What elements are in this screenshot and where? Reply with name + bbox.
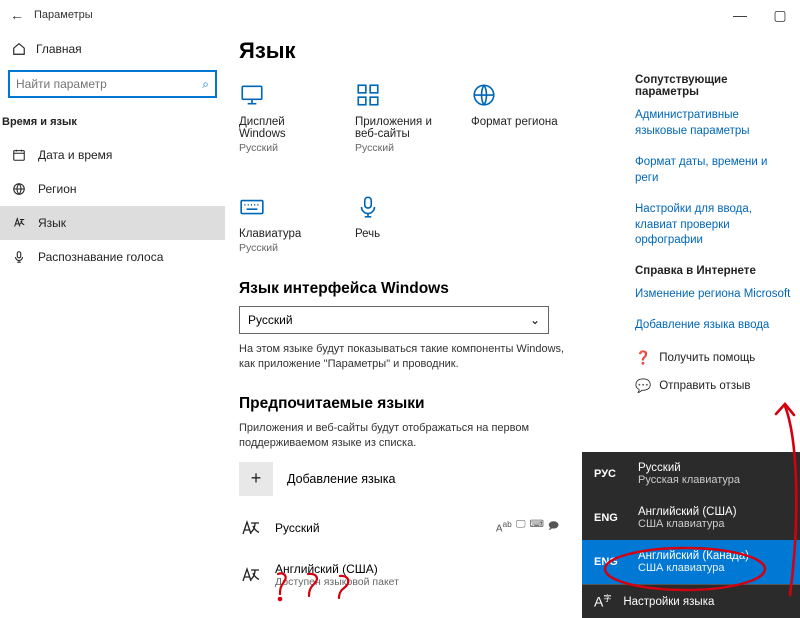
language-row-russian[interactable]: Русский Aab 🖵 ⌨ 🗩	[239, 512, 559, 544]
monitor-icon	[239, 82, 265, 108]
language-badges: Aab 🖵 ⌨ 🗩	[496, 519, 559, 536]
preferred-heading: Предпочитаемые языки	[239, 395, 621, 413]
tts-badge-icon: 🗩	[548, 519, 559, 536]
help-link[interactable]: Добавление языка ввода	[635, 318, 794, 334]
sidebar-item-label: Регион	[38, 182, 77, 196]
card-region[interactable]: Формат региона	[471, 82, 563, 154]
sidebar-item-region[interactable]: Регион	[0, 172, 225, 206]
card-title: Клавиатура	[239, 228, 331, 240]
globe-icon	[12, 182, 26, 196]
keyboard-icon	[239, 194, 265, 220]
card-sub: Русский	[355, 142, 447, 154]
apps-icon	[355, 82, 381, 108]
lang-popup-settings-label: Настройки языка	[623, 596, 714, 608]
chevron-down-icon: ⌄	[530, 313, 540, 327]
lang-popup-sub: Русская клавиатура	[638, 474, 740, 486]
related-link[interactable]: Настройки для ввода, клавиат проверки ор…	[635, 202, 794, 249]
sidebar-item-label: Язык	[38, 216, 66, 230]
home-icon	[12, 42, 26, 56]
feedback-icon: 💬	[635, 378, 651, 394]
language-row-english-us[interactable]: Английский (США) Доступен языковой пакет	[239, 558, 559, 592]
ui-language-select[interactable]: Русский ⌄	[239, 306, 549, 334]
help-heading: Справка в Интернете	[635, 265, 794, 277]
help-icon: ❓	[635, 350, 651, 366]
help-link[interactable]: Изменение региона Microsoft	[635, 287, 794, 303]
keyboard-badge-icon: ⌨	[529, 519, 543, 536]
feedback-link[interactable]: 💬 Отправить отзыв	[635, 378, 794, 394]
card-keyboard[interactable]: Клавиатура Русский	[239, 194, 331, 254]
globe-icon	[471, 82, 497, 108]
ui-language-heading: Язык интерфейса Windows	[239, 280, 621, 298]
lang-code: ENG	[594, 512, 624, 524]
search-icon: ⌕	[202, 77, 209, 92]
lang-popup-item-russian[interactable]: РУС Русский Русская клавиатура	[582, 452, 800, 496]
plus-icon: +	[239, 462, 273, 496]
sidebar-item-language[interactable]: Язык	[0, 206, 225, 240]
add-language-label: Добавление языка	[287, 472, 395, 486]
feedback-label: Отправить отзыв	[659, 380, 750, 392]
lang-popup-item-english-us[interactable]: ENG Английский (США) США клавиатура	[582, 496, 800, 540]
lang-popup-title: Русский	[638, 462, 740, 474]
language-sub: Доступен языковой пакет	[275, 576, 399, 588]
lang-popup-title: Английский (Канада)	[638, 550, 749, 562]
language-glyph-icon	[239, 563, 263, 587]
lang-code: РУС	[594, 468, 624, 480]
lang-popup-title: Английский (США)	[638, 506, 737, 518]
language-glyph-icon	[239, 516, 263, 540]
card-speech[interactable]: Речь	[355, 194, 447, 254]
language-switcher-popup: РУС Русский Русская клавиатура ENG Англи…	[582, 452, 800, 618]
search-input[interactable]	[16, 77, 202, 91]
language-title: Русский	[275, 521, 320, 535]
get-help-label: Получить помощь	[659, 352, 755, 364]
preferred-desc: Приложения и веб-сайты будут отображатьс…	[239, 421, 569, 452]
lang-popup-item-english-ca[interactable]: ENG Английский (Канада) США клавиатура	[582, 540, 800, 584]
ui-language-desc: На этом языке будут показываться такие к…	[239, 342, 569, 373]
card-title: Формат региона	[471, 116, 563, 128]
language-glyph-icon: A字	[594, 593, 611, 610]
sidebar-item-label: Дата и время	[38, 148, 112, 162]
abc-badge-icon: Aab	[496, 519, 512, 536]
microphone-icon	[12, 250, 26, 264]
lang-popup-sub: США клавиатура	[638, 518, 737, 530]
related-link[interactable]: Административные языковые параметры	[635, 108, 794, 139]
display-badge-icon: 🖵	[516, 519, 526, 536]
titlebar: ← Параметры — ▢	[0, 0, 800, 30]
sidebar-item-label: Распознавание голоса	[38, 250, 163, 264]
card-sub: Русский	[239, 242, 331, 254]
language-icon	[12, 216, 26, 230]
get-help-link[interactable]: ❓ Получить помощь	[635, 350, 794, 366]
sidebar-home-label: Главная	[36, 42, 82, 56]
sidebar: Главная ⌕ Время и язык Дата и время Реги…	[0, 30, 225, 618]
lang-popup-settings[interactable]: A字 Настройки языка	[582, 585, 800, 618]
card-sub: Русский	[239, 142, 331, 154]
sidebar-item-datetime[interactable]: Дата и время	[0, 138, 225, 172]
minimize-button[interactable]: —	[720, 0, 760, 30]
card-apps[interactable]: Приложения и веб-сайты Русский	[355, 82, 447, 154]
sidebar-category: Время и язык	[0, 106, 225, 138]
sidebar-item-speech[interactable]: Распознавание голоса	[0, 240, 225, 274]
add-language-button[interactable]: + Добавление языка	[239, 462, 621, 496]
related-link[interactable]: Формат даты, времени и реги	[635, 155, 794, 186]
related-params-heading: Сопутствующие параметры	[635, 74, 794, 98]
ui-language-value: Русский	[248, 313, 293, 327]
card-title: Дисплей Windows	[239, 116, 331, 140]
maximize-button[interactable]: ▢	[760, 0, 800, 30]
clock-icon	[12, 148, 26, 162]
card-display[interactable]: Дисплей Windows Русский	[239, 82, 331, 154]
card-title: Приложения и веб-сайты	[355, 116, 447, 140]
window-title: Параметры	[34, 9, 93, 21]
lang-popup-sub: США клавиатура	[638, 562, 749, 574]
page-title: Язык	[239, 38, 621, 64]
back-button[interactable]: ←	[10, 7, 24, 23]
card-title: Речь	[355, 228, 447, 240]
main-content: Язык Дисплей Windows Русский Приложения …	[225, 30, 635, 618]
lang-code: ENG	[594, 556, 624, 568]
language-title: Английский (США)	[275, 562, 399, 576]
sidebar-home[interactable]: Главная	[0, 36, 225, 62]
microphone-icon	[355, 194, 381, 220]
search-input-wrap[interactable]: ⌕	[8, 70, 217, 98]
